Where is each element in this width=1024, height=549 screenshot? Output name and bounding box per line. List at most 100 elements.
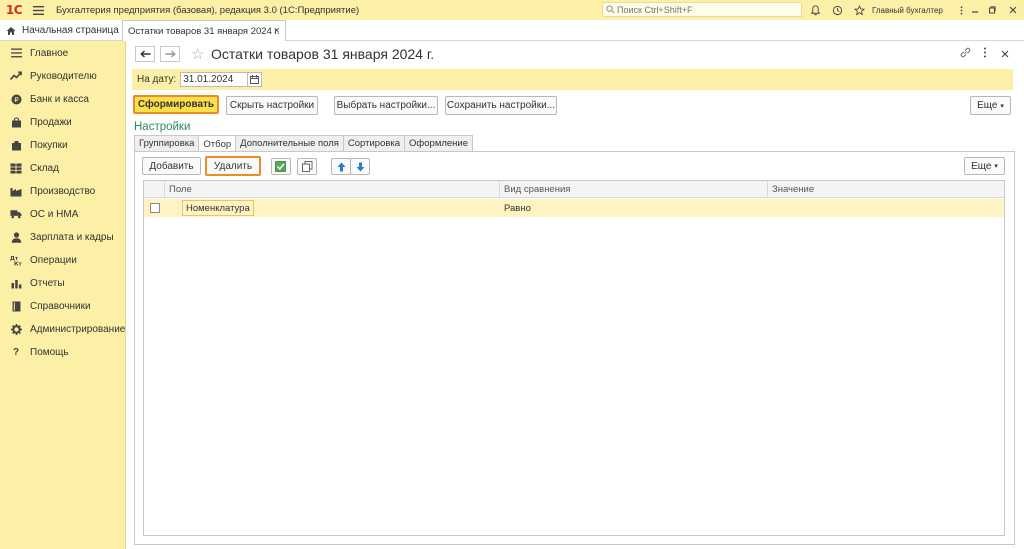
tab-sorting[interactable]: Сортировка <box>342 135 406 151</box>
delete-button[interactable]: Удалить <box>205 156 261 176</box>
svg-text:₽: ₽ <box>14 96 19 104</box>
tab-home-label: Начальная страница <box>22 25 119 36</box>
move-up-button[interactable] <box>331 158 351 175</box>
check-icon <box>275 161 286 172</box>
tab-grouping[interactable]: Группировка <box>134 135 200 151</box>
sidebar-item-payroll[interactable]: Зарплата и кадры <box>0 226 126 248</box>
link-icon[interactable] <box>960 47 971 61</box>
calendar-button[interactable] <box>248 72 263 87</box>
comparison-cell[interactable]: Равно <box>500 199 766 217</box>
favorite-star-icon[interactable]: ☆ <box>191 45 204 63</box>
more-button[interactable]: Еще ▾ <box>970 96 1011 115</box>
sidebar-item-administration[interactable]: Администрирование <box>0 318 126 340</box>
generate-button[interactable]: Сформировать <box>133 95 219 114</box>
main-menu-button[interactable] <box>28 0 48 20</box>
help-icon: ? <box>12 346 20 358</box>
field-cell[interactable]: Номенклатура <box>182 200 254 216</box>
chevron-down-icon: ▾ <box>994 163 998 170</box>
column-header-field[interactable]: Поле <box>164 181 499 198</box>
tab-report-label: Остатки товаров 31 января 2024 г. <box>128 25 280 37</box>
calendar-icon <box>250 75 260 84</box>
filter-panel: Добавить Удалить Еще ▾ Поле Вид сравнения… <box>134 151 1015 545</box>
arrow-left-icon <box>139 50 150 58</box>
history-button[interactable] <box>828 0 846 20</box>
notifications-button[interactable] <box>806 0 824 20</box>
tab-additional-fields[interactable]: Дополнительные поля <box>235 135 344 151</box>
back-button[interactable] <box>135 46 155 62</box>
sidebar-item-manager[interactable]: Руководителю <box>0 65 126 87</box>
sidebar-item-operations[interactable]: Дт Кт Операции <box>0 249 126 271</box>
cart-icon <box>10 139 22 151</box>
svg-text:Кт: Кт <box>14 261 22 266</box>
star-icon <box>853 4 865 15</box>
close-button[interactable] <box>1004 0 1022 20</box>
sidebar-item-main[interactable]: Главное <box>0 42 126 64</box>
chevron-down-icon: ▾ <box>1000 102 1004 110</box>
value-cell[interactable] <box>768 199 1004 217</box>
sidebar-item-production[interactable]: Производство <box>0 180 126 202</box>
choose-settings-button[interactable]: Выбрать настройки... <box>334 96 438 115</box>
current-user[interactable]: Главный бухгалтер <box>872 0 943 20</box>
sidebar-item-reports[interactable]: Отчеты <box>0 272 126 294</box>
sidebar-item-help[interactable]: ? Помощь <box>0 341 126 363</box>
app-logo[interactable]: 1С <box>0 0 28 20</box>
date-filter-bar: На дату: <box>132 69 1013 90</box>
settings-heading: Настройки <box>134 121 191 133</box>
gear-icon <box>10 323 22 335</box>
add-button[interactable]: Добавить <box>142 157 201 175</box>
book-icon <box>10 300 22 312</box>
app-title-bar: 1С Бухгалтерия предприятия (базовая), ре… <box>0 0 1024 20</box>
close-icon <box>1009 6 1017 14</box>
global-search[interactable] <box>602 2 802 17</box>
sidebar-item-warehouse[interactable]: Склад <box>0 157 126 179</box>
hamburger-icon <box>32 5 44 15</box>
bell-icon <box>810 4 820 15</box>
tab-report[interactable]: Остатки товаров 31 января 2024 г. × <box>122 20 286 41</box>
hide-settings-button[interactable]: Скрыть настройки <box>226 96 318 115</box>
sidebar-item-fixed-assets[interactable]: ОС и НМА <box>0 203 126 225</box>
close-form-icon[interactable] <box>1001 47 1009 61</box>
trend-icon <box>10 70 22 82</box>
copy-button[interactable] <box>297 158 317 175</box>
row-checkbox[interactable] <box>150 203 160 213</box>
minimize-button[interactable] <box>966 0 984 20</box>
coin-icon: ₽ <box>10 93 22 105</box>
sidebar-item-bank[interactable]: ₽ Банк и касса <box>0 88 126 110</box>
dots-icon <box>960 5 962 15</box>
operations-icon: Дт Кт <box>10 254 22 266</box>
tab-home[interactable]: Начальная страница <box>0 20 120 41</box>
sidebar-item-purchases[interactable]: Покупки <box>0 134 126 156</box>
restore-button[interactable] <box>983 0 1001 20</box>
restore-icon <box>989 6 996 14</box>
sidebar-item-sales[interactable]: Продажи <box>0 111 126 133</box>
tab-filter[interactable]: Отбор <box>198 135 237 152</box>
sections-panel: Главное Руководителю ₽ Банк и касса Прод… <box>0 41 126 549</box>
check-all-button[interactable] <box>271 158 291 175</box>
more-actions-icon[interactable] <box>983 47 987 61</box>
arrow-up-icon <box>337 162 345 171</box>
favorites-button[interactable] <box>850 0 868 20</box>
forward-button[interactable] <box>160 46 180 62</box>
sidebar-item-catalogs[interactable]: Справочники <box>0 295 126 317</box>
minimize-icon <box>972 11 978 13</box>
chart-icon <box>10 277 22 289</box>
close-icon[interactable]: × <box>274 25 280 37</box>
report-form: ☆ Остатки товаров 31 января 2024 г. На д… <box>127 41 1024 549</box>
page-title: Остатки товаров 31 января 2024 г. <box>211 46 435 62</box>
history-icon <box>832 5 842 15</box>
save-settings-button[interactable]: Сохранить настройки... <box>445 96 557 115</box>
filter-more-button[interactable]: Еще ▾ <box>964 157 1005 175</box>
table-row[interactable]: Номенклатура Равно <box>144 199 1004 217</box>
column-header-value[interactable]: Значение <box>767 181 1004 198</box>
arrow-down-icon <box>356 162 364 171</box>
move-down-button[interactable] <box>350 158 370 175</box>
tab-appearance[interactable]: Оформление <box>404 135 474 151</box>
date-field[interactable] <box>180 72 249 87</box>
app-title: Бухгалтерия предприятия (базовая), редак… <box>56 4 360 16</box>
bag-icon <box>10 116 22 128</box>
settings-tabs: Группировка Отбор Дополнительные поля Со… <box>134 135 474 152</box>
home-icon <box>6 26 16 35</box>
menu-icon <box>10 47 22 59</box>
search-input[interactable] <box>617 4 787 15</box>
column-header-comparison[interactable]: Вид сравнения <box>499 181 767 198</box>
